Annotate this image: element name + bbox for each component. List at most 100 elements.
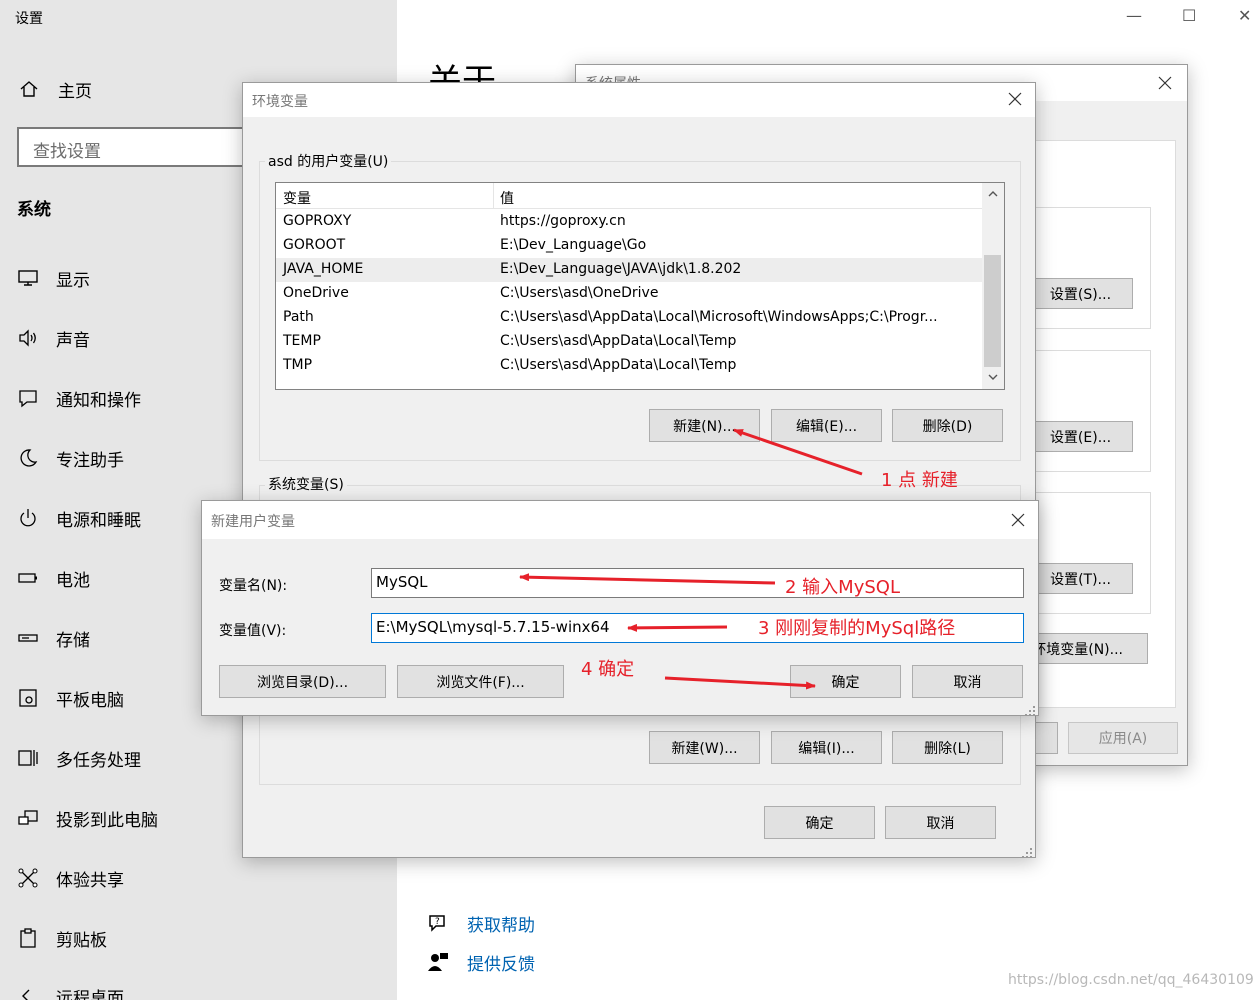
- column-header-value[interactable]: 值: [500, 188, 514, 208]
- annotation-step2: 2 输入MySQL: [785, 577, 900, 598]
- nav-item-label: 平板电脑: [56, 690, 124, 711]
- power-icon: [16, 506, 40, 530]
- scroll-thumb[interactable]: [984, 255, 1001, 367]
- nav-item-label: 远程桌面: [56, 988, 124, 1000]
- feedback-label: 提供反馈: [467, 954, 535, 975]
- resize-grip-icon[interactable]: [1022, 844, 1032, 858]
- new-user-var-dialog: 新建用户变量 变量名(N): MySQL 变量值(V): E:\MySQL\my…: [201, 500, 1039, 716]
- nav-item-notifications[interactable]: 通知和操作: [16, 384, 141, 412]
- table-scrollbar[interactable]: [982, 183, 1004, 389]
- scroll-up-icon[interactable]: [986, 187, 1000, 201]
- get-help-link[interactable]: ? 获取帮助: [427, 910, 535, 936]
- table-row[interactable]: Path C:\Users\asd\AppData\Local\Microsoft…: [276, 306, 982, 330]
- nav-home-label: 主页: [58, 81, 92, 102]
- browse-file-button[interactable]: 浏览文件(F)...: [397, 665, 564, 698]
- table-row[interactable]: OneDrive C:\Users\asd\OneDrive: [276, 282, 982, 306]
- minimize-button[interactable]: —: [1126, 6, 1142, 25]
- tablet-icon: [16, 686, 40, 710]
- var-value: E:\Dev_Language\JAVA\jdk\1.8.202: [500, 261, 742, 277]
- var-name: OneDrive: [283, 285, 349, 301]
- env-cancel-button[interactable]: 取消: [885, 806, 996, 839]
- var-name-label: 变量名(N):: [219, 578, 288, 594]
- browse-directory-button[interactable]: 浏览目录(D)...: [219, 665, 386, 698]
- search-input[interactable]: 查找设置: [17, 127, 257, 167]
- annotation-step4: 4 确定: [581, 659, 635, 680]
- var-name-field[interactable]: MySQL: [371, 568, 1024, 598]
- nav-item-label: 声音: [56, 330, 90, 351]
- close-icon[interactable]: [1008, 510, 1028, 530]
- system-delete-button[interactable]: 删除(L): [892, 731, 1003, 764]
- feedback-link[interactable]: 提供反馈: [427, 949, 535, 975]
- search-placeholder: 查找设置: [33, 142, 101, 162]
- close-icon[interactable]: [1155, 73, 1175, 93]
- env-vars-titlebar: 环境变量: [243, 83, 1035, 117]
- nav-item-sound[interactable]: 声音: [16, 324, 90, 352]
- nav-item-label: 多任务处理: [56, 750, 141, 771]
- table-row[interactable]: TMP C:\Users\asd\AppData\Local\Temp: [276, 354, 982, 378]
- home-icon: [18, 78, 40, 100]
- system-vars-group-label: 系统变量(S): [265, 474, 347, 494]
- table-row[interactable]: GOPROXY https://goproxy.cn: [276, 210, 982, 234]
- nav-item-display[interactable]: 显示: [16, 264, 90, 292]
- var-value-label: 变量值(V):: [219, 623, 287, 639]
- var-name: GOPROXY: [283, 213, 352, 229]
- column-divider[interactable]: [493, 183, 494, 209]
- project-icon: [16, 806, 40, 830]
- nav-item-multitask[interactable]: 多任务处理: [16, 744, 141, 772]
- settings-e-button[interactable]: 设置(E)...: [1028, 421, 1133, 452]
- nav-item-focus[interactable]: 专注助手: [16, 444, 124, 472]
- resize-grip-icon[interactable]: [1025, 702, 1035, 716]
- nav-item-label: 体验共享: [56, 870, 124, 891]
- nav-item-clipboard[interactable]: 剪贴板: [16, 924, 107, 952]
- storage-icon: [16, 626, 40, 650]
- nav-item-label: 投影到此电脑: [56, 810, 158, 831]
- var-name: GOROOT: [283, 237, 346, 253]
- speaker-icon: [16, 326, 40, 350]
- nav-item-project[interactable]: 投影到此电脑: [16, 804, 158, 832]
- nav-item-label: 显示: [56, 270, 90, 291]
- nav-item-label: 通知和操作: [56, 390, 141, 411]
- user-vars-group-label: asd 的用户变量(U): [265, 151, 392, 171]
- new-var-ok-button[interactable]: 确定: [790, 665, 901, 698]
- user-new-button[interactable]: 新建(N)...: [649, 409, 760, 442]
- nav-item-label: 剪贴板: [56, 930, 107, 951]
- user-edit-button[interactable]: 编辑(E)...: [771, 409, 882, 442]
- clipboard-icon: [16, 926, 40, 950]
- settings-s-button[interactable]: 设置(S)...: [1028, 278, 1133, 309]
- column-header-name[interactable]: 变量: [283, 188, 311, 208]
- nav-item-power[interactable]: 电源和睡眠: [16, 504, 141, 532]
- nav-item-label: 存储: [56, 630, 90, 651]
- nav-item-label: 电池: [56, 570, 90, 591]
- maximize-button[interactable]: ☐: [1182, 6, 1196, 25]
- close-icon[interactable]: [1005, 89, 1025, 109]
- table-header: 变量 值: [276, 183, 982, 209]
- moon-icon: [16, 446, 40, 470]
- table-row[interactable]: GOROOT E:\Dev_Language\Go: [276, 234, 982, 258]
- new-var-cancel-button[interactable]: 取消: [912, 665, 1023, 698]
- user-vars-table[interactable]: 变量 值 GOPROXY https://goproxy.cn GOROOT E:\…: [275, 182, 1005, 390]
- system-new-button[interactable]: 新建(W)...: [649, 731, 760, 764]
- nav-home[interactable]: 主页: [18, 76, 92, 102]
- scroll-down-icon[interactable]: [986, 370, 1000, 384]
- table-row[interactable]: TEMP C:\Users\asd\AppData\Local\Temp: [276, 330, 982, 354]
- var-value: C:\Users\asd\AppData\Local\Temp: [500, 357, 737, 373]
- apply-button[interactable]: 应用(A): [1068, 722, 1178, 754]
- nav-item-storage[interactable]: 存储: [16, 624, 90, 652]
- battery-icon: [16, 566, 40, 590]
- nav-item-share[interactable]: 体验共享: [16, 864, 124, 892]
- close-button[interactable]: ✕: [1238, 6, 1251, 25]
- get-help-label: 获取帮助: [467, 915, 535, 936]
- var-name: JAVA_HOME: [283, 261, 364, 277]
- system-edit-button[interactable]: 编辑(I)...: [771, 731, 882, 764]
- table-row-selected[interactable]: JAVA_HOME E:\Dev_Language\JAVA\jdk\1.8.20…: [276, 258, 982, 282]
- annotation-step3: 3 刚刚复制的MySql路径: [758, 618, 956, 639]
- annotation-step1: 1 点 新建: [881, 470, 958, 491]
- var-name: Path: [283, 309, 314, 325]
- nav-item-remote-desktop[interactable]: 远程桌面: [16, 982, 124, 1000]
- settings-t-button[interactable]: 设置(T)...: [1028, 563, 1133, 594]
- nav-item-tablet[interactable]: 平板电脑: [16, 684, 124, 712]
- user-delete-button[interactable]: 删除(D): [892, 409, 1003, 442]
- nav-item-battery[interactable]: 电池: [16, 564, 90, 592]
- var-value: E:\Dev_Language\Go: [500, 237, 647, 253]
- env-ok-button[interactable]: 确定: [764, 806, 875, 839]
